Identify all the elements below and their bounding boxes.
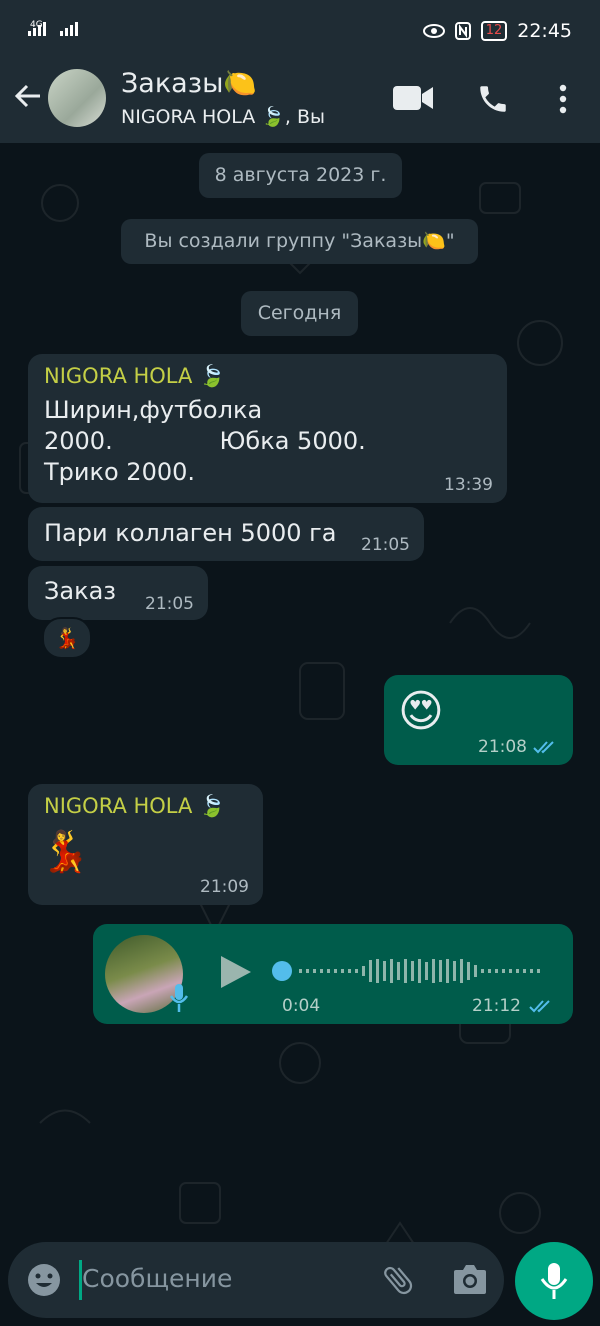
message-bubble-outgoing[interactable]: 😍 21:08: [384, 675, 573, 765]
message-input[interactable]: Сообщение: [82, 1264, 232, 1293]
chat-title[interactable]: Заказы🍋: [121, 67, 257, 99]
waveform[interactable]: [271, 956, 551, 986]
nfc-icon: [454, 22, 471, 40]
back-arrow-icon[interactable]: [12, 80, 44, 112]
signal-icon-2: [60, 22, 78, 36]
voice-message-bubble[interactable]: 0:04 21:12: [93, 924, 573, 1024]
message-time: 21:08: [478, 737, 527, 757]
microphone-icon: [540, 1263, 568, 1299]
message-text: Ширин,футболка 2000. Юбка 5000. Трико 20…: [44, 396, 366, 486]
group-avatar[interactable]: [48, 69, 106, 127]
message-emoji: 😍: [398, 686, 444, 737]
message-time: 21:05: [361, 535, 410, 555]
message-bubble[interactable]: Заказ 21:05: [28, 566, 208, 620]
message-bubble[interactable]: Пари коллаген 5000 га 21:05: [28, 507, 424, 561]
message-time: 21:09: [200, 877, 249, 897]
voice-duration: 0:04: [282, 996, 321, 1016]
mic-icon: [169, 984, 189, 1012]
message-composer[interactable]: Сообщение: [8, 1242, 504, 1318]
read-receipt-icon: [533, 741, 554, 754]
play-icon[interactable]: [219, 954, 253, 990]
record-voice-button[interactable]: [515, 1242, 593, 1320]
clock: 22:45: [517, 20, 572, 42]
video-call-icon[interactable]: [392, 84, 434, 112]
eye-icon: [422, 24, 445, 38]
battery-icon: 12: [480, 21, 508, 41]
network-label: 4G: [30, 20, 43, 30]
status-bar: 4G 12 22:45: [0, 0, 600, 62]
reaction-badge[interactable]: 💃: [42, 617, 92, 659]
message-time: 13:39: [444, 475, 493, 495]
message-bubble[interactable]: NIGORA HOLA 🍃 💃 21:09: [28, 784, 263, 905]
more-options-icon[interactable]: [556, 82, 570, 116]
camera-icon[interactable]: [452, 1262, 488, 1296]
attach-icon[interactable]: [380, 1262, 416, 1298]
message-list[interactable]: 8 августа 2023 г. Вы создали группу "Зак…: [0, 143, 600, 1243]
chat-members[interactable]: NIGORA HOLA 🍃, Вы: [121, 105, 325, 128]
chat-header[interactable]: Заказы🍋 NIGORA HOLA 🍃, Вы: [0, 62, 600, 143]
system-message: Вы создали группу "Заказы🍋": [121, 219, 478, 264]
sender-name[interactable]: NIGORA HOLA 🍃: [44, 794, 225, 819]
message-time: 21:12: [472, 996, 521, 1016]
read-receipt-icon: [529, 1000, 550, 1013]
sender-name[interactable]: NIGORA HOLA 🍃: [44, 364, 225, 389]
today-separator: Сегодня: [241, 291, 358, 336]
message-bubble[interactable]: NIGORA HOLA 🍃 Ширин,футболка 2000. Юбка …: [28, 354, 507, 503]
message-time: 21:05: [145, 594, 194, 614]
date-separator: 8 августа 2023 г.: [199, 153, 402, 198]
message-text: Пари коллаген 5000 га: [44, 519, 337, 547]
emoji-icon[interactable]: [26, 1262, 62, 1298]
message-text: Заказ: [44, 577, 117, 605]
voice-call-icon[interactable]: [476, 82, 510, 116]
message-emoji: 💃: [40, 829, 90, 875]
